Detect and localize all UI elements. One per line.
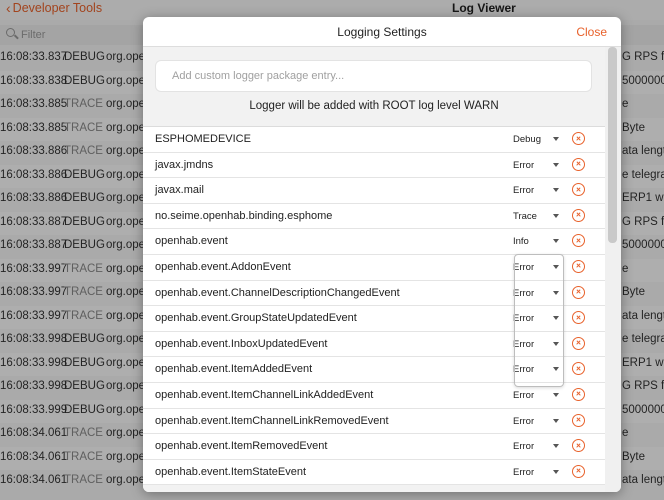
remove-logger-icon[interactable]	[572, 311, 585, 325]
remove-logger-icon[interactable]	[572, 413, 585, 427]
dialog-title: Logging Settings	[337, 25, 427, 39]
log-level-select[interactable]: Error	[513, 390, 534, 401]
remove-logger-icon[interactable]	[572, 208, 585, 222]
remove-logger-icon[interactable]	[572, 336, 585, 350]
log-level-select[interactable]: Error	[513, 467, 534, 478]
dialog-header: Logging Settings Close	[143, 17, 621, 47]
logger-package-name: openhab.event.ItemChannelLinkAddedEvent	[155, 388, 374, 401]
close-button[interactable]: Close	[576, 25, 607, 39]
remove-logger-icon[interactable]	[572, 234, 585, 248]
logger-package-name: ESPHOMEDEVICE	[155, 133, 251, 145]
log-level-select[interactable]: Error	[513, 160, 534, 171]
caret-down-icon[interactable]	[553, 392, 559, 397]
caret-down-icon[interactable]	[553, 367, 559, 372]
caret-down-icon[interactable]	[553, 213, 559, 218]
log-level-select[interactable]: Error	[513, 441, 534, 452]
logger-package-name: openhab.event.AddonEvent	[155, 260, 291, 273]
logger-package-name: openhab.event.ItemAddedEvent	[155, 363, 313, 376]
caret-down-icon[interactable]	[553, 469, 559, 474]
log-level-select[interactable]: Error	[513, 288, 534, 299]
logger-package-name: openhab.event.InboxUpdatedEvent	[155, 337, 328, 350]
logger-row: openhab.event Info	[143, 229, 605, 255]
remove-logger-icon[interactable]	[572, 362, 585, 376]
log-level-select[interactable]: Debug	[513, 134, 541, 145]
logger-row: no.seime.openhab.binding.esphome Trace	[143, 203, 605, 230]
scrollbar-thumb[interactable]	[608, 47, 617, 243]
logger-row: ESPHOMEDEVICE Debug	[143, 127, 605, 153]
log-level-select[interactable]: Error	[513, 262, 534, 273]
logger-row: openhab.event.InboxUpdatedEvent Error	[143, 331, 605, 358]
logger-row: javax.mail Error	[143, 178, 605, 204]
logger-package-name: openhab.event.ItemStateEvent	[155, 465, 307, 478]
logger-row: openhab.event.ItemChannelLinkAddedEvent E…	[143, 382, 605, 409]
caret-down-icon[interactable]	[553, 137, 559, 141]
logger-row: openhab.event.ItemRemovedEvent Error	[143, 434, 605, 460]
remove-logger-icon[interactable]	[572, 259, 585, 273]
remove-logger-icon[interactable]	[572, 183, 585, 197]
logger-package-name: openhab.event.ItemRemovedEvent	[155, 440, 328, 453]
root-level-hint: Logger will be added with ROOT log level…	[249, 100, 499, 112]
logger-package-name: openhab.event.GroupStateUpdatedEvent	[155, 312, 357, 325]
dialog-scrollbar[interactable]	[605, 47, 621, 492]
caret-down-icon[interactable]	[553, 418, 559, 423]
remove-logger-icon[interactable]	[572, 439, 585, 453]
caret-down-icon[interactable]	[553, 316, 559, 321]
logger-row: javax.jmdns Error	[143, 152, 605, 179]
logger-row: openhab.event.ChannelDescriptionChangedE…	[143, 280, 605, 307]
caret-down-icon[interactable]	[553, 290, 559, 295]
logger-row: openhab.event.GroupStateUpdatedEvent Erro…	[143, 306, 605, 332]
logger-package-name: javax.jmdns	[155, 158, 214, 171]
remove-logger-icon[interactable]	[572, 157, 585, 171]
logger-package-name: openhab.event.ItemChannelLinkRemovedEven…	[155, 414, 389, 427]
logging-settings-dialog: Logging Settings Close Logger will be ad…	[143, 17, 621, 492]
dialog-body: Logger will be added with ROOT log level…	[143, 47, 605, 492]
logger-package-name: openhab.event	[155, 235, 228, 248]
log-level-select[interactable]: Error	[513, 416, 534, 427]
logger-package-name: javax.mail	[155, 184, 204, 197]
caret-down-icon[interactable]	[553, 444, 559, 449]
caret-down-icon[interactable]	[553, 162, 559, 167]
logger-row: openhab.event.ItemAddedEvent Error	[143, 357, 605, 383]
add-logger-input[interactable]	[155, 60, 592, 92]
caret-down-icon[interactable]	[553, 264, 559, 269]
remove-logger-icon[interactable]	[572, 464, 585, 478]
remove-logger-icon[interactable]	[572, 132, 585, 145]
logger-list: ESPHOMEDEVICE Debug javax.jmdns Error javax.…	[143, 126, 605, 486]
log-level-select[interactable]: Info	[513, 236, 529, 247]
log-level-select[interactable]: Error	[513, 339, 534, 350]
logger-package-name: openhab.event.ChannelDescriptionChangedE…	[155, 286, 400, 299]
log-level-select[interactable]: Error	[513, 364, 534, 375]
logger-row: openhab.event.ItemChannelLinkRemovedEven…	[143, 408, 605, 435]
log-level-select[interactable]: Error	[513, 313, 534, 324]
remove-logger-icon[interactable]	[572, 285, 585, 299]
caret-down-icon[interactable]	[553, 188, 559, 193]
logger-row: openhab.event.AddonEvent Error	[143, 254, 605, 281]
logger-package-name: no.seime.openhab.binding.esphome	[155, 209, 333, 222]
log-level-select[interactable]: Trace	[513, 211, 537, 222]
log-level-select[interactable]: Error	[513, 185, 534, 196]
caret-down-icon[interactable]	[553, 341, 559, 346]
logger-row: openhab.event.ItemStateEvent Error	[143, 459, 605, 486]
remove-logger-icon[interactable]	[572, 387, 585, 401]
caret-down-icon[interactable]	[553, 239, 559, 244]
